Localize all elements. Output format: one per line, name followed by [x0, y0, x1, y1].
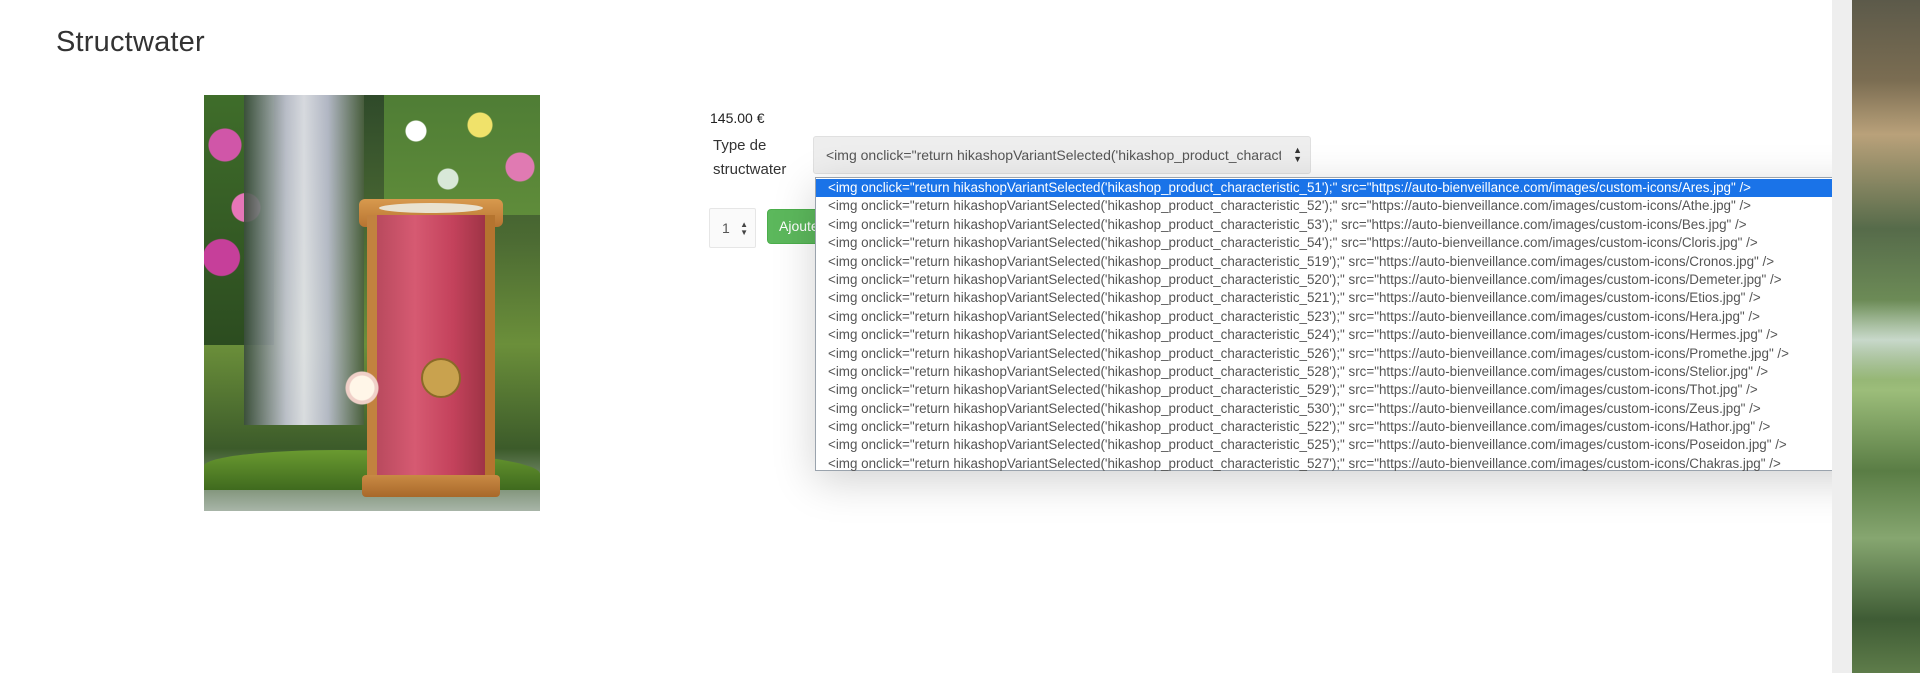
dropdown-option[interactable]: <img onclick="return hikashopVariantSele…: [816, 326, 1886, 344]
variant-dropdown-list[interactable]: <img onclick="return hikashopVariantSele…: [815, 177, 1887, 471]
variant-select[interactable]: <img onclick="return hikashopVariantSele…: [813, 136, 1311, 174]
dropdown-option[interactable]: <img onclick="return hikashopVariantSele…: [816, 289, 1886, 307]
product-image[interactable]: [204, 95, 540, 511]
select-updown-icon: ▲ ▼: [1293, 145, 1302, 164]
image-cylinder-opening: [379, 203, 483, 213]
dropdown-option[interactable]: <img onclick="return hikashopVariantSele…: [816, 234, 1886, 252]
dropdown-option[interactable]: <img onclick="return hikashopVariantSele…: [816, 345, 1886, 363]
dropdown-option[interactable]: <img onclick="return hikashopVariantSele…: [816, 308, 1886, 326]
dropdown-option[interactable]: <img onclick="return hikashopVariantSele…: [816, 455, 1886, 473]
dropdown-option[interactable]: <img onclick="return hikashopVariantSele…: [816, 253, 1886, 271]
image-cylinder-base: [362, 475, 500, 497]
dropdown-option[interactable]: <img onclick="return hikashopVariantSele…: [816, 216, 1886, 234]
variant-select-value: <img onclick="return hikashopVariantSele…: [826, 147, 1281, 163]
dropdown-option[interactable]: <img onclick="return hikashopVariantSele…: [816, 271, 1886, 289]
dropdown-option[interactable]: <img onclick="return hikashopVariantSele…: [816, 363, 1886, 381]
landscape-mist: [1852, 300, 1920, 380]
dropdown-option[interactable]: <img onclick="return hikashopVariantSele…: [816, 418, 1886, 436]
product-price: 145.00 €: [710, 110, 765, 126]
quantity-stepper[interactable]: 1 ▲ ▼: [709, 208, 756, 248]
dropdown-option[interactable]: <img onclick="return hikashopVariantSele…: [816, 381, 1886, 399]
dropdown-option[interactable]: <img onclick="return hikashopVariantSele…: [816, 400, 1886, 418]
image-flowers-top: [384, 95, 540, 215]
background-landscape-image: [1852, 0, 1920, 673]
quantity-value: 1: [722, 220, 730, 236]
dropdown-option[interactable]: <img onclick="return hikashopVariantSele…: [816, 436, 1886, 454]
page-scroll-gutter: [1832, 0, 1852, 673]
image-cylinder-body: [367, 215, 495, 485]
variant-type-label: Type de structwater: [713, 137, 787, 178]
image-seal-logo: [421, 358, 461, 398]
image-orchid: [344, 370, 380, 406]
dropdown-option[interactable]: <img onclick="return hikashopVariantSele…: [816, 197, 1886, 215]
page-title: Structwater: [56, 26, 205, 58]
stepper-updown-icon[interactable]: ▲ ▼: [740, 221, 748, 237]
dropdown-option[interactable]: <img onclick="return hikashopVariantSele…: [816, 179, 1886, 198]
